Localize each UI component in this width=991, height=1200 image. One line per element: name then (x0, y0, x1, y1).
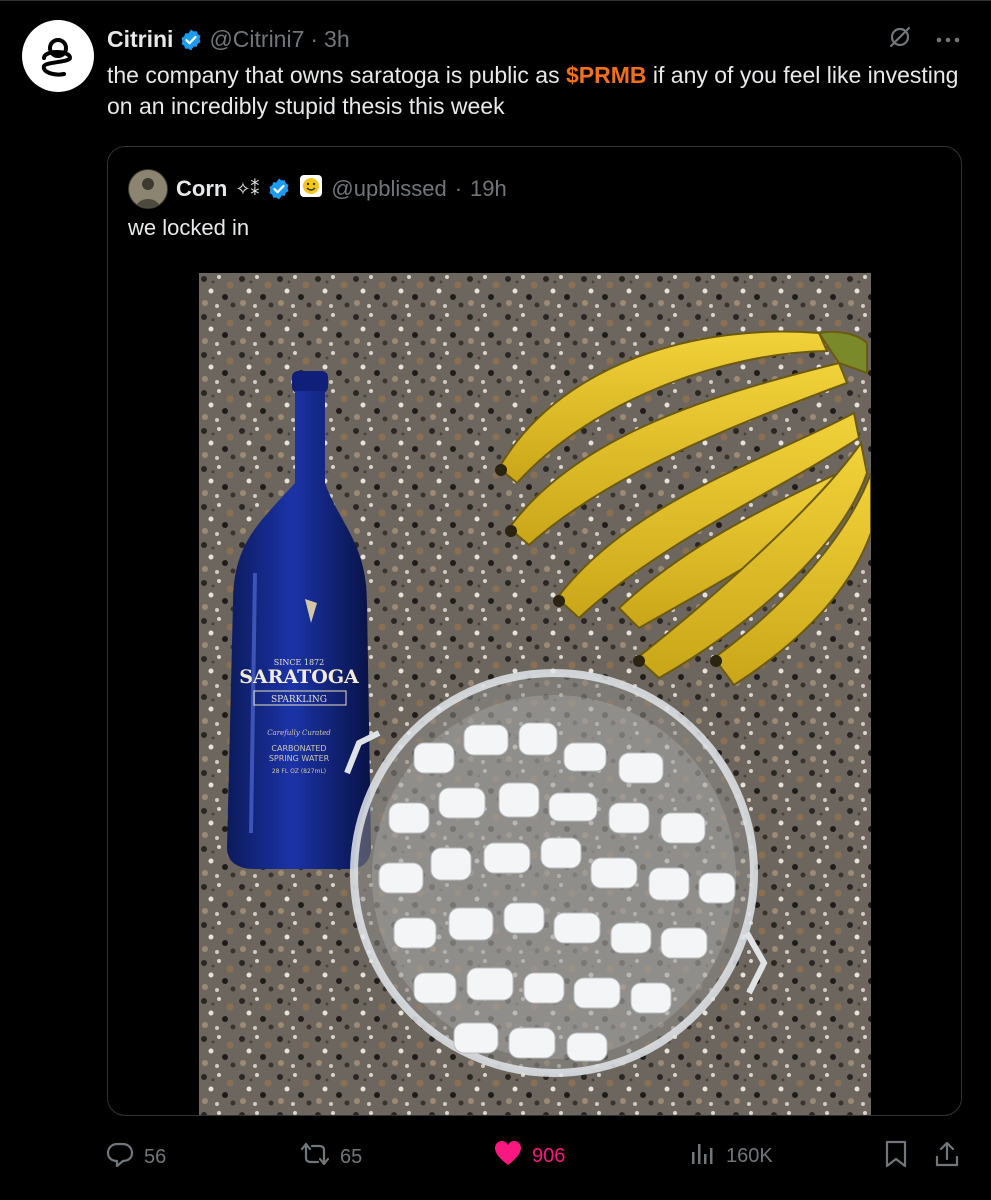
author-handle[interactable]: @Citrini7 (209, 26, 304, 53)
quoted-separator-dot: · (454, 176, 463, 201)
share-icon (934, 1140, 960, 1174)
photo-illustration: SINCE 1872 SARATOGA SPARKLING Carefully … (199, 273, 871, 1115)
tweet-text: the company that owns saratoga is public… (107, 60, 967, 122)
views-button[interactable]: 160K (690, 1140, 773, 1172)
grok-icon[interactable] (887, 24, 913, 55)
quoted-tweet[interactable]: Corn ✧⁑ @upblissed · 19h we locked in SI… (107, 146, 962, 1116)
repost-icon (300, 1140, 330, 1174)
separator-dot: · (310, 26, 319, 52)
quoted-header: Corn ✧⁑ @upblissed · 19h (128, 169, 507, 209)
reply-icon (106, 1140, 134, 1174)
quoted-name-suffix: ✧⁑ (235, 178, 260, 199)
verified-badge-icon (179, 28, 203, 52)
share-button[interactable] (934, 1140, 960, 1174)
heart-icon (494, 1140, 522, 1172)
person-photo-icon (129, 170, 167, 208)
bottle-curated-text: Carefully Curated (267, 729, 331, 737)
views-icon (690, 1140, 716, 1172)
like-button[interactable]: 906 (494, 1140, 565, 1172)
citrini-logo-icon (31, 29, 85, 83)
bottle-carbonated-text: CARBONATED (271, 744, 326, 753)
bookmark-icon (884, 1140, 908, 1174)
quoted-author-handle[interactable]: @upblissed (331, 176, 446, 202)
repost-count: 65 (340, 1145, 363, 1168)
quoted-author-avatar[interactable] (128, 169, 168, 209)
quoted-time[interactable]: 19h (470, 176, 507, 202)
bookmark-button[interactable] (884, 1140, 908, 1174)
quoted-author-name[interactable]: Corn (176, 176, 227, 202)
repost-button[interactable]: 65 (300, 1140, 362, 1174)
bottle-volume-text: 28 FL OZ (827mL) (272, 768, 326, 775)
quoted-verified-badge-icon (267, 177, 291, 201)
tweet-header: Citrini @Citrini7 · 3h (107, 26, 350, 53)
author-avatar[interactable] (22, 20, 94, 92)
quoted-photo[interactable]: SINCE 1872 SARATOGA SPARKLING Carefully … (199, 273, 871, 1115)
tweet-text-before: the company that owns saratoga is public… (107, 62, 566, 88)
affiliate-badge-icon[interactable] (299, 174, 323, 204)
tweet-actions: 56 65 906 160K (0, 1128, 991, 1178)
cashtag-link[interactable]: $PRMB (566, 62, 647, 88)
like-count: 906 (532, 1144, 566, 1167)
bottle-brand-text: SARATOGA (239, 666, 359, 688)
tweet-top-actions (887, 24, 961, 55)
quoted-text: we locked in (128, 215, 250, 240)
author-name[interactable]: Citrini (107, 26, 173, 53)
bottle-spring-text: SPRING WATER (269, 754, 330, 763)
ice-bowl (344, 669, 768, 1077)
bottle-sparkling-text: SPARKLING (271, 695, 327, 705)
reply-button[interactable]: 56 (106, 1140, 166, 1174)
top-divider (0, 0, 991, 1)
views-count: 160K (726, 1144, 773, 1167)
tweet-time[interactable]: 3h (324, 26, 350, 53)
more-options-icon[interactable] (935, 31, 961, 49)
reply-count: 56 (144, 1145, 167, 1168)
